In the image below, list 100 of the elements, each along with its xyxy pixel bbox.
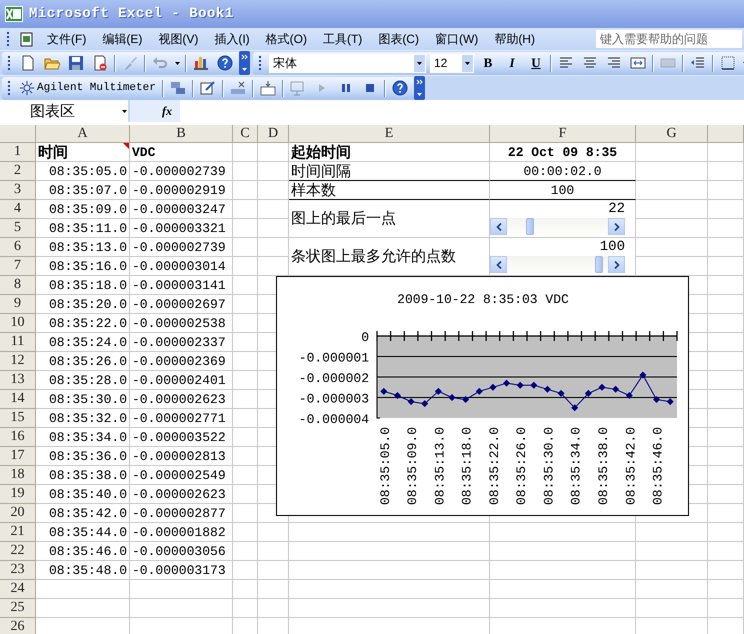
scrollbar-slider[interactable] bbox=[490, 256, 625, 273]
menu-item[interactable]: 文件(F) bbox=[41, 30, 92, 48]
column-header[interactable]: E bbox=[289, 125, 490, 143]
row-header[interactable]: 19 bbox=[0, 485, 36, 504]
help-icon[interactable] bbox=[215, 55, 235, 71]
row-header[interactable]: 12 bbox=[0, 352, 36, 371]
scroll-right-button[interactable] bbox=[608, 218, 625, 235]
table-cell: 08:35:11.0 bbox=[36, 219, 130, 238]
column-header[interactable]: C bbox=[233, 125, 258, 143]
italic-button[interactable]: I bbox=[502, 55, 522, 71]
merge-center-icon[interactable] bbox=[628, 55, 648, 71]
help-search-field[interactable]: 键入需要帮助的问题 bbox=[596, 30, 742, 48]
row-header[interactable]: 11 bbox=[0, 333, 36, 352]
menu-item[interactable]: 工具(T) bbox=[316, 30, 368, 48]
menu-item[interactable]: 帮助(H) bbox=[488, 30, 541, 48]
scroll-right-button[interactable] bbox=[608, 256, 625, 273]
column-header[interactable]: D bbox=[258, 125, 289, 143]
x-axis-label: 08:35:38.0 bbox=[596, 427, 611, 506]
table-cell bbox=[636, 599, 708, 618]
table-cell bbox=[708, 162, 744, 181]
row-header[interactable]: 15 bbox=[0, 409, 36, 428]
menu-item[interactable]: 格式(O) bbox=[260, 30, 313, 48]
toolbar-grip-icon[interactable] bbox=[7, 30, 10, 48]
x-axis-label: 08:35:13.0 bbox=[432, 427, 448, 506]
help-icon[interactable] bbox=[390, 80, 410, 96]
toolbar-grip-icon[interactable] bbox=[8, 54, 11, 72]
column-header[interactable]: F bbox=[490, 125, 636, 143]
row-header[interactable]: 22 bbox=[0, 542, 36, 561]
row-header[interactable]: 14 bbox=[0, 390, 36, 409]
formula-input[interactable] bbox=[180, 100, 744, 122]
table-cell bbox=[708, 599, 744, 618]
x-axis-label: 08:35:30.0 bbox=[541, 427, 556, 506]
row-header[interactable]: 16 bbox=[0, 428, 36, 447]
table-cell bbox=[233, 200, 258, 219]
table-cell: -0.000002623 bbox=[130, 390, 233, 409]
toolbar-options-icon[interactable] bbox=[239, 51, 250, 75]
y-axis-label: 0 bbox=[361, 330, 369, 345]
row-header[interactable]: 20 bbox=[0, 504, 36, 523]
table-cell: 08:35:05.0 bbox=[36, 162, 130, 181]
column-header[interactable]: B bbox=[130, 125, 233, 143]
table-cell: -0.000003173 bbox=[130, 561, 233, 580]
row-header[interactable]: 6 bbox=[0, 238, 36, 257]
slider-thumb[interactable] bbox=[526, 218, 534, 235]
font-dropdown[interactable]: 宋体 bbox=[269, 54, 426, 72]
row-header[interactable]: 1 bbox=[0, 143, 36, 162]
row-header[interactable]: 13 bbox=[0, 371, 36, 390]
scrollbar-slider[interactable] bbox=[490, 218, 625, 235]
row-header[interactable]: 7 bbox=[0, 257, 36, 276]
column-header[interactable]: G bbox=[636, 125, 708, 143]
multimeter-button[interactable]: Agilent Multimeter bbox=[18, 81, 158, 95]
row-header[interactable]: 24 bbox=[0, 580, 36, 599]
row-header[interactable]: 3 bbox=[0, 181, 36, 200]
x-axis-label: 08:35:22.0 bbox=[486, 427, 502, 506]
data-point bbox=[476, 388, 483, 395]
row-header[interactable]: 2 bbox=[0, 162, 36, 181]
save-icon[interactable] bbox=[66, 55, 86, 71]
scroll-left-button[interactable] bbox=[490, 218, 507, 235]
menu-item[interactable]: 图表(C) bbox=[372, 30, 425, 48]
data-point bbox=[639, 371, 646, 378]
font-size-dropdown[interactable]: 12 bbox=[430, 54, 474, 72]
row-header[interactable]: 10 bbox=[0, 314, 36, 333]
menu-item[interactable]: 编辑(E) bbox=[96, 30, 148, 48]
row-header[interactable]: 23 bbox=[0, 561, 36, 580]
chart-area[interactable]: 2009-10-22 8:35:03 VDC 0 -0.000001 -0.000002 -0.000003 -0.000004 08:35:05.0 08:35:09.0 08:35:13.0 08:35:18.0 08:35:22.0 08:35:26.0 08:35:30.0 08:35:34.0 08:35:38.0 08:35:42.0 08:35:46.0 bbox=[276, 276, 689, 516]
column-header[interactable]: A bbox=[36, 125, 130, 143]
row-header[interactable]: 21 bbox=[0, 523, 36, 542]
data-point bbox=[584, 390, 592, 397]
table-cell: 08:35:18.0 bbox=[36, 276, 130, 295]
scale-icon[interactable] bbox=[258, 80, 278, 96]
scroll-left-button[interactable] bbox=[490, 256, 507, 273]
row-header[interactable]: 25 bbox=[0, 599, 36, 618]
row-header[interactable]: 17 bbox=[0, 447, 36, 466]
slider-value: 22 bbox=[608, 201, 625, 217]
row-header[interactable]: 18 bbox=[0, 466, 36, 485]
underline-button[interactable]: U bbox=[526, 55, 546, 71]
table-cell bbox=[233, 181, 258, 200]
data-point bbox=[516, 382, 524, 389]
insert-function-button[interactable]: fx bbox=[162, 104, 172, 118]
slider-thumb[interactable] bbox=[595, 256, 604, 273]
data-point bbox=[530, 382, 538, 389]
row-header[interactable]: 26 bbox=[0, 618, 36, 634]
table-cell: 08:35:07.0 bbox=[36, 181, 130, 200]
menu-item[interactable]: 插入(I) bbox=[208, 30, 256, 48]
row-header[interactable]: 9 bbox=[0, 295, 36, 314]
y-axis-label: -0.000002 bbox=[298, 371, 369, 386]
toolbar-grip-icon[interactable] bbox=[259, 54, 262, 72]
table-cell: -0.000002877 bbox=[130, 504, 233, 523]
menu-item[interactable]: 视图(V) bbox=[152, 30, 204, 48]
row-header[interactable]: 8 bbox=[0, 276, 36, 295]
name-box[interactable]: 图表区 bbox=[0, 100, 130, 122]
bold-button[interactable]: B bbox=[478, 55, 498, 71]
toolbar-grip-icon[interactable] bbox=[8, 79, 11, 97]
chevron-left-icon bbox=[496, 260, 502, 268]
row-header[interactable]: 5 bbox=[0, 219, 36, 238]
chart-icon[interactable] bbox=[191, 55, 211, 71]
x-axis-label: 08:35:09.0 bbox=[405, 427, 420, 506]
table-cell bbox=[233, 561, 258, 580]
menu-item[interactable]: 窗口(W) bbox=[428, 30, 484, 48]
toolbar-options-icon[interactable] bbox=[414, 76, 425, 100]
row-header[interactable]: 4 bbox=[0, 200, 36, 219]
